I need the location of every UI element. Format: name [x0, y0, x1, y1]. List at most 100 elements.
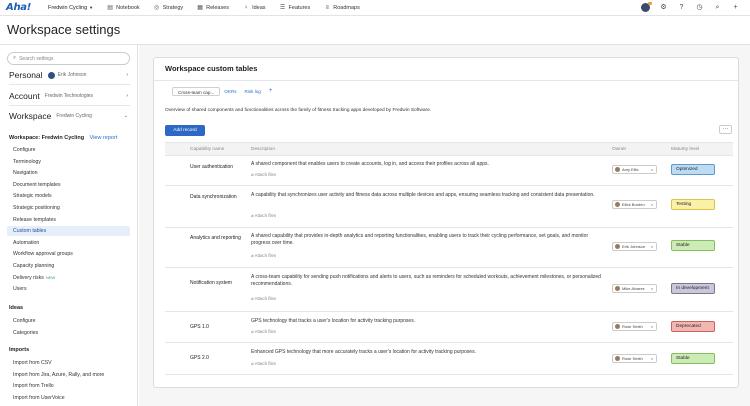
nav-label: Roadmaps	[333, 4, 360, 11]
attach-files-link[interactable]: ⌀ Attach files	[251, 361, 276, 367]
user-avatar[interactable]	[641, 2, 652, 12]
owner-name: Elliot Burden	[622, 202, 645, 207]
attach-files-link[interactable]: ⌀ Attach files	[251, 296, 276, 302]
capability-name[interactable]: User authentication	[190, 164, 244, 171]
sidebar-item-release-templates[interactable]: Release templates	[7, 215, 130, 225]
sidebar-item-capacity-planning[interactable]: Capacity planning	[7, 261, 130, 271]
sidebar-item-document-templates[interactable]: Document templates	[7, 180, 130, 190]
sidebar-item-import-from-uservoice[interactable]: Import from UserVoice	[7, 393, 130, 403]
help-icon[interactable]: ?	[677, 3, 686, 12]
remove-owner-icon[interactable]: x	[651, 286, 653, 291]
sidebar-item-label: Custom tables	[13, 228, 47, 235]
sidebar-item-delivery-risks[interactable]: Delivery risks NEW	[7, 273, 130, 283]
owner-chip[interactable]: Amy Ellis x	[612, 165, 657, 174]
capability-name[interactable]: Data synchronization	[190, 194, 244, 201]
maturity-level-badge[interactable]: Testing	[671, 199, 715, 210]
sidebar-section-workspace[interactable]: Workspace Fredwin Cycling ⌄	[9, 111, 130, 121]
attach-files-link[interactable]: ⌀ Attach files	[251, 172, 276, 178]
capability-description[interactable]: A shared component that enables users to…	[251, 161, 603, 168]
tab-cross-team-cap[interactable]: Cross-team cap...	[172, 87, 221, 96]
remove-owner-icon[interactable]: x	[651, 356, 653, 361]
search-placeholder: Search settings	[19, 55, 54, 62]
owner-chip[interactable]: Rose Smith x	[612, 322, 657, 331]
remove-owner-icon[interactable]: x	[651, 324, 653, 329]
add-icon[interactable]: +	[731, 3, 740, 12]
capability-description[interactable]: A capability that synchronizes user acti…	[251, 192, 603, 199]
owner-avatar	[615, 324, 620, 329]
view-report-link[interactable]: View report	[90, 135, 118, 141]
capability-name[interactable]: GPS 1.0	[190, 324, 244, 331]
sidebar-item-import-from-jira-azure-rally-and-more[interactable]: Import from Jira, Azure, Rally, and more	[7, 370, 130, 380]
capability-description[interactable]: A shared capability that provides in-dep…	[251, 233, 603, 247]
nav-strategy[interactable]: ◎ Strategy	[154, 4, 183, 12]
sidebar-item-configure[interactable]: Configure	[7, 316, 130, 326]
attach-files-link[interactable]: ⌀ Attach files	[251, 329, 276, 335]
tab-risk-log[interactable]: Risk log	[241, 87, 265, 96]
nav-features[interactable]: ☰ Features	[279, 4, 310, 12]
sidebar-section-personal[interactable]: Personal Erik Johnson ›	[9, 70, 130, 80]
sidebar-item-import-from-trello[interactable]: Import from Trello	[7, 381, 130, 391]
col-capability-name[interactable]: Capability name	[190, 147, 224, 152]
maturity-level-badge[interactable]: Deprecated	[671, 321, 715, 332]
capability-name[interactable]: GPS 2.0	[190, 355, 244, 362]
capability-description[interactable]: GPS technology that tracks a user's loca…	[251, 318, 603, 325]
attach-files-label: Attach files	[254, 213, 277, 218]
col-description[interactable]: Description	[251, 147, 275, 152]
sidebar-item-strategic-positioning[interactable]: Strategic positioning	[7, 203, 130, 213]
owner-name: Erik Johnson	[622, 244, 646, 249]
remove-owner-icon[interactable]: x	[651, 202, 653, 207]
sidebar-item-custom-tables[interactable]: Custom tables	[7, 226, 130, 237]
workspace-selector[interactable]: Fredwin Cycling ▼	[48, 5, 93, 11]
attach-files-label: Attach files	[254, 253, 277, 258]
search-settings-input[interactable]: ⌕ Search settings	[7, 52, 130, 65]
maturity-level-badge[interactable]: In development	[671, 283, 715, 294]
owner-chip[interactable]: Elliot Burden x	[612, 200, 657, 209]
sidebar-item-terminology[interactable]: Terminology	[7, 157, 130, 167]
attach-files-label: Attach files	[254, 329, 277, 334]
remove-owner-icon[interactable]: x	[651, 167, 653, 172]
sidebar-item-workflow-approval-groups[interactable]: Workflow approval groups	[7, 249, 130, 259]
col-owner[interactable]: Owner	[612, 147, 626, 152]
aha-logo[interactable]: Aha!	[6, 2, 38, 13]
capability-description[interactable]: Enhanced GPS technology that more accura…	[251, 349, 603, 356]
sidebar-item-navigation[interactable]: Navigation	[7, 168, 130, 178]
sidebar-item-categories[interactable]: Categories	[7, 328, 130, 338]
add-table-tab-button[interactable]: +	[265, 87, 277, 96]
nav-ideas[interactable]: ♀ Ideas	[243, 4, 266, 11]
owner-avatar	[615, 244, 620, 249]
remove-owner-icon[interactable]: x	[651, 244, 653, 249]
sidebar-item-users[interactable]: Users	[7, 284, 130, 294]
capability-description[interactable]: A cross-team capability for sending push…	[251, 274, 603, 288]
table-row: Analytics and reporting A shared capabili…	[165, 228, 733, 268]
capability-name[interactable]: Analytics and reporting	[190, 235, 244, 242]
notebook-icon: ▤	[107, 5, 113, 11]
add-record-button[interactable]: Add record	[165, 125, 205, 136]
nav-notebook[interactable]: ▤ Notebook	[107, 4, 139, 12]
maturity-level-badge[interactable]: Stable	[671, 240, 715, 251]
owner-chip[interactable]: Erik Johnson x	[612, 242, 657, 251]
col-maturity-level[interactable]: Maturity level	[671, 147, 699, 152]
maturity-level-badge[interactable]: Stable	[671, 353, 715, 364]
owner-chip[interactable]: Mike Alvarez x	[612, 284, 657, 293]
sidebar-item-automation[interactable]: Automation	[7, 238, 130, 248]
maturity-level-badge[interactable]: Optimized	[671, 164, 715, 175]
nav-roadmaps[interactable]: ≡ Roadmaps	[324, 4, 360, 11]
nav-releases[interactable]: ▦ Releases	[197, 4, 229, 12]
more-options-button[interactable]: ···	[719, 125, 732, 134]
attach-files-link[interactable]: ⌀ Attach files	[251, 253, 276, 259]
sidebar-item-configure[interactable]: Configure	[7, 145, 130, 155]
tab-okrs[interactable]: OKRs	[220, 87, 240, 96]
table-header: Capability name Description Owner Maturi…	[165, 142, 733, 156]
features-icon: ☰	[279, 5, 286, 11]
sidebar-section-account[interactable]: Account Fredwin Technologies ›	[9, 91, 130, 101]
owner-avatar	[615, 356, 620, 361]
settings-sidebar: ⌕ Search settings Personal Erik Johnson …	[0, 45, 138, 406]
sidebar-item-import-from-csv[interactable]: Import from CSV	[7, 358, 130, 368]
capability-name[interactable]: Notification system	[190, 280, 244, 287]
notifications-clock-icon[interactable]: ◷	[695, 3, 704, 12]
owner-chip[interactable]: Rose Smith x	[612, 354, 657, 363]
sidebar-item-strategic-models[interactable]: Strategic models	[7, 191, 130, 201]
attach-files-link[interactable]: ⌀ Attach files	[251, 213, 276, 219]
settings-gear-icon[interactable]: ⚙	[659, 3, 668, 12]
search-icon[interactable]: ⌕	[713, 3, 722, 12]
